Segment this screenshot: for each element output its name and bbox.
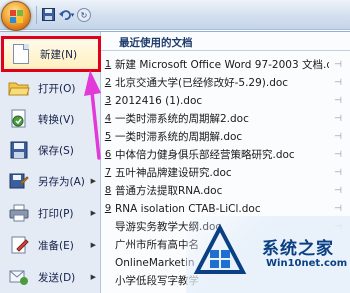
watermark-logo-icon bbox=[193, 223, 247, 274]
watermark-url: Win10net.com bbox=[266, 258, 348, 269]
watermark-text: 系统之家 bbox=[262, 239, 334, 259]
